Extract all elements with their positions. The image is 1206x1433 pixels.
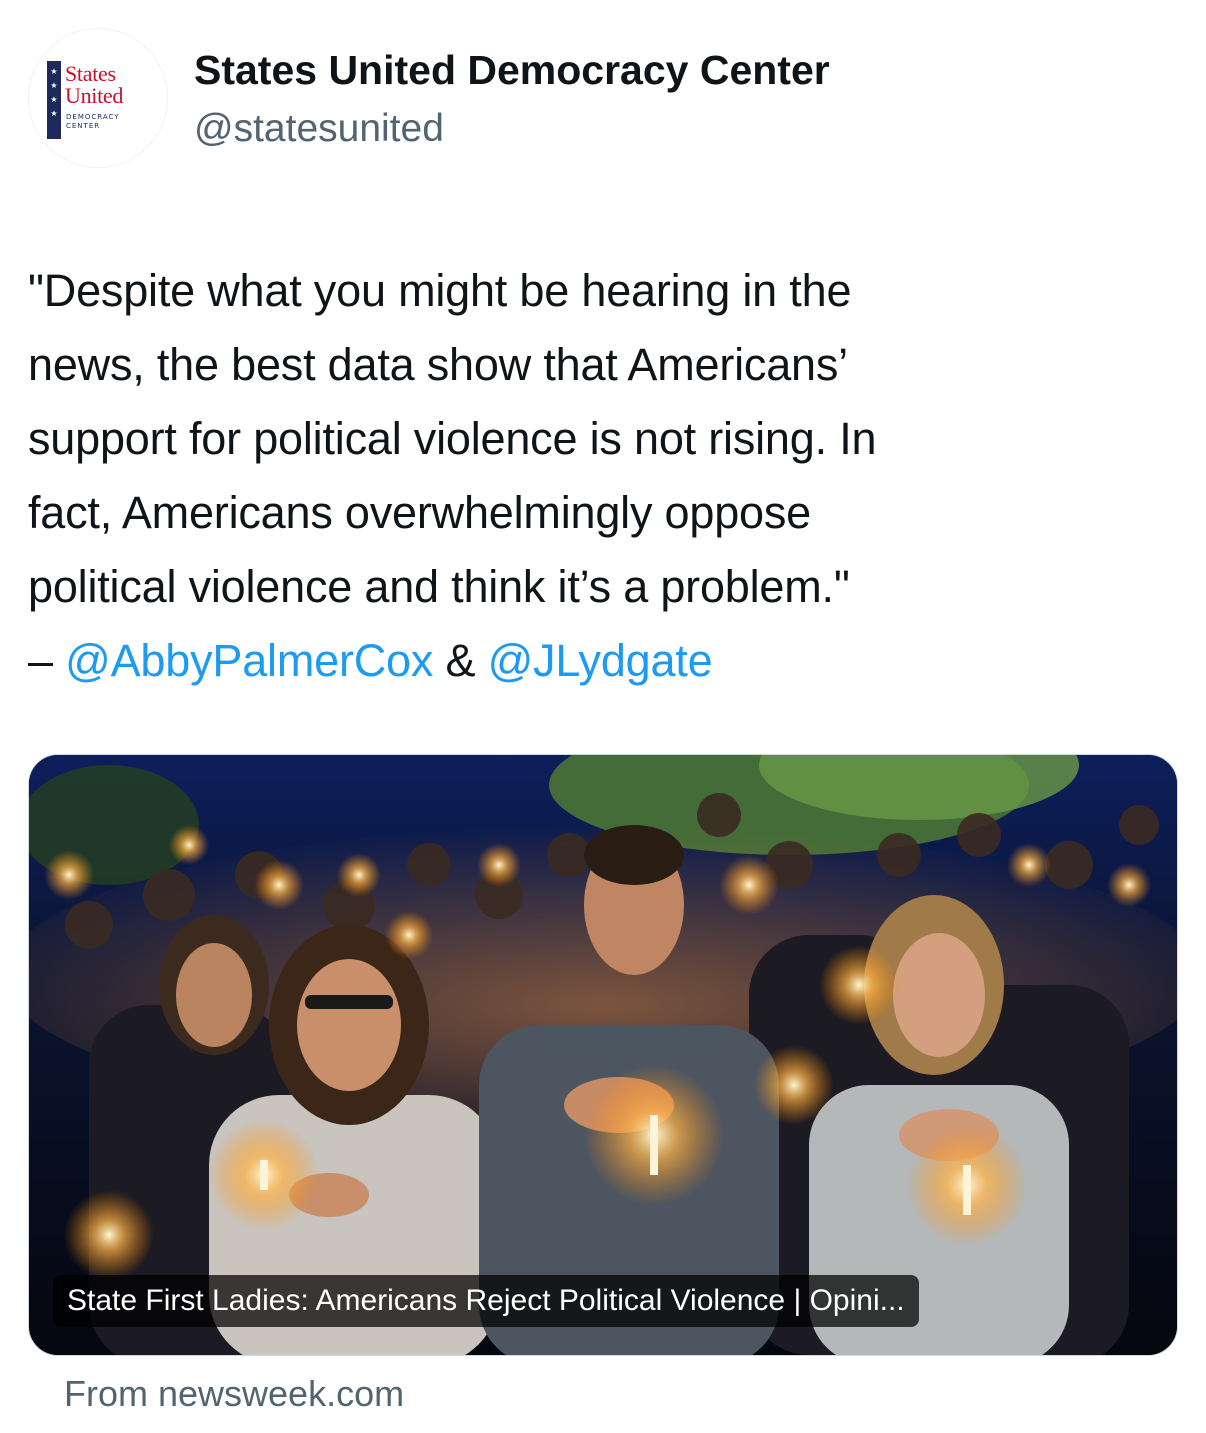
star-icon: ★: [50, 81, 58, 90]
user-handle[interactable]: @statesunited: [194, 104, 444, 154]
tweet-line: "Despite what you might be hearing in th…: [28, 265, 852, 316]
logo-line-center: CENTER: [66, 122, 101, 130]
card-source-domain[interactable]: From newsweek.com: [64, 1370, 404, 1418]
logo-star-bar: ★ ★ ★ ★: [47, 61, 61, 139]
display-name[interactable]: States United Democracy Center: [194, 44, 830, 96]
tweet-line: news, the best data show that Americans’: [28, 339, 848, 390]
tweet-attribution: – @AbbyPalmerCox & @JLydgate: [28, 624, 1178, 698]
mention-joiner: &: [433, 635, 488, 686]
states-united-logo: ★ ★ ★ ★ States United DEMOCRACY CENTER: [47, 61, 155, 139]
star-icon: ★: [50, 95, 58, 104]
card-title: State First Ladies: Americans Reject Pol…: [53, 1275, 919, 1327]
attribution-dash: –: [28, 635, 66, 686]
star-icon: ★: [50, 109, 58, 118]
avatar[interactable]: ★ ★ ★ ★ States United DEMOCRACY CENTER: [28, 28, 168, 168]
photo-icon: [29, 755, 1177, 1355]
logo-word-united: United: [65, 83, 124, 108]
tweet-line: support for political violence is not ri…: [28, 413, 877, 464]
mention-jlydgate[interactable]: @JLydgate: [488, 635, 713, 686]
link-card[interactable]: State First Ladies: Americans Reject Pol…: [28, 754, 1178, 1356]
mention-abbypalmercox[interactable]: @AbbyPalmerCox: [65, 635, 433, 686]
logo-word-states: States: [65, 61, 116, 86]
tweet-line: fact, Americans overwhelmingly oppose: [28, 487, 811, 538]
star-icon: ★: [50, 67, 58, 76]
tweet-text: "Despite what you might be hearing in th…: [28, 254, 1178, 698]
logo-line-democracy: DEMOCRACY: [66, 113, 120, 121]
tweet-line: political violence and think it’s a prob…: [28, 561, 850, 612]
